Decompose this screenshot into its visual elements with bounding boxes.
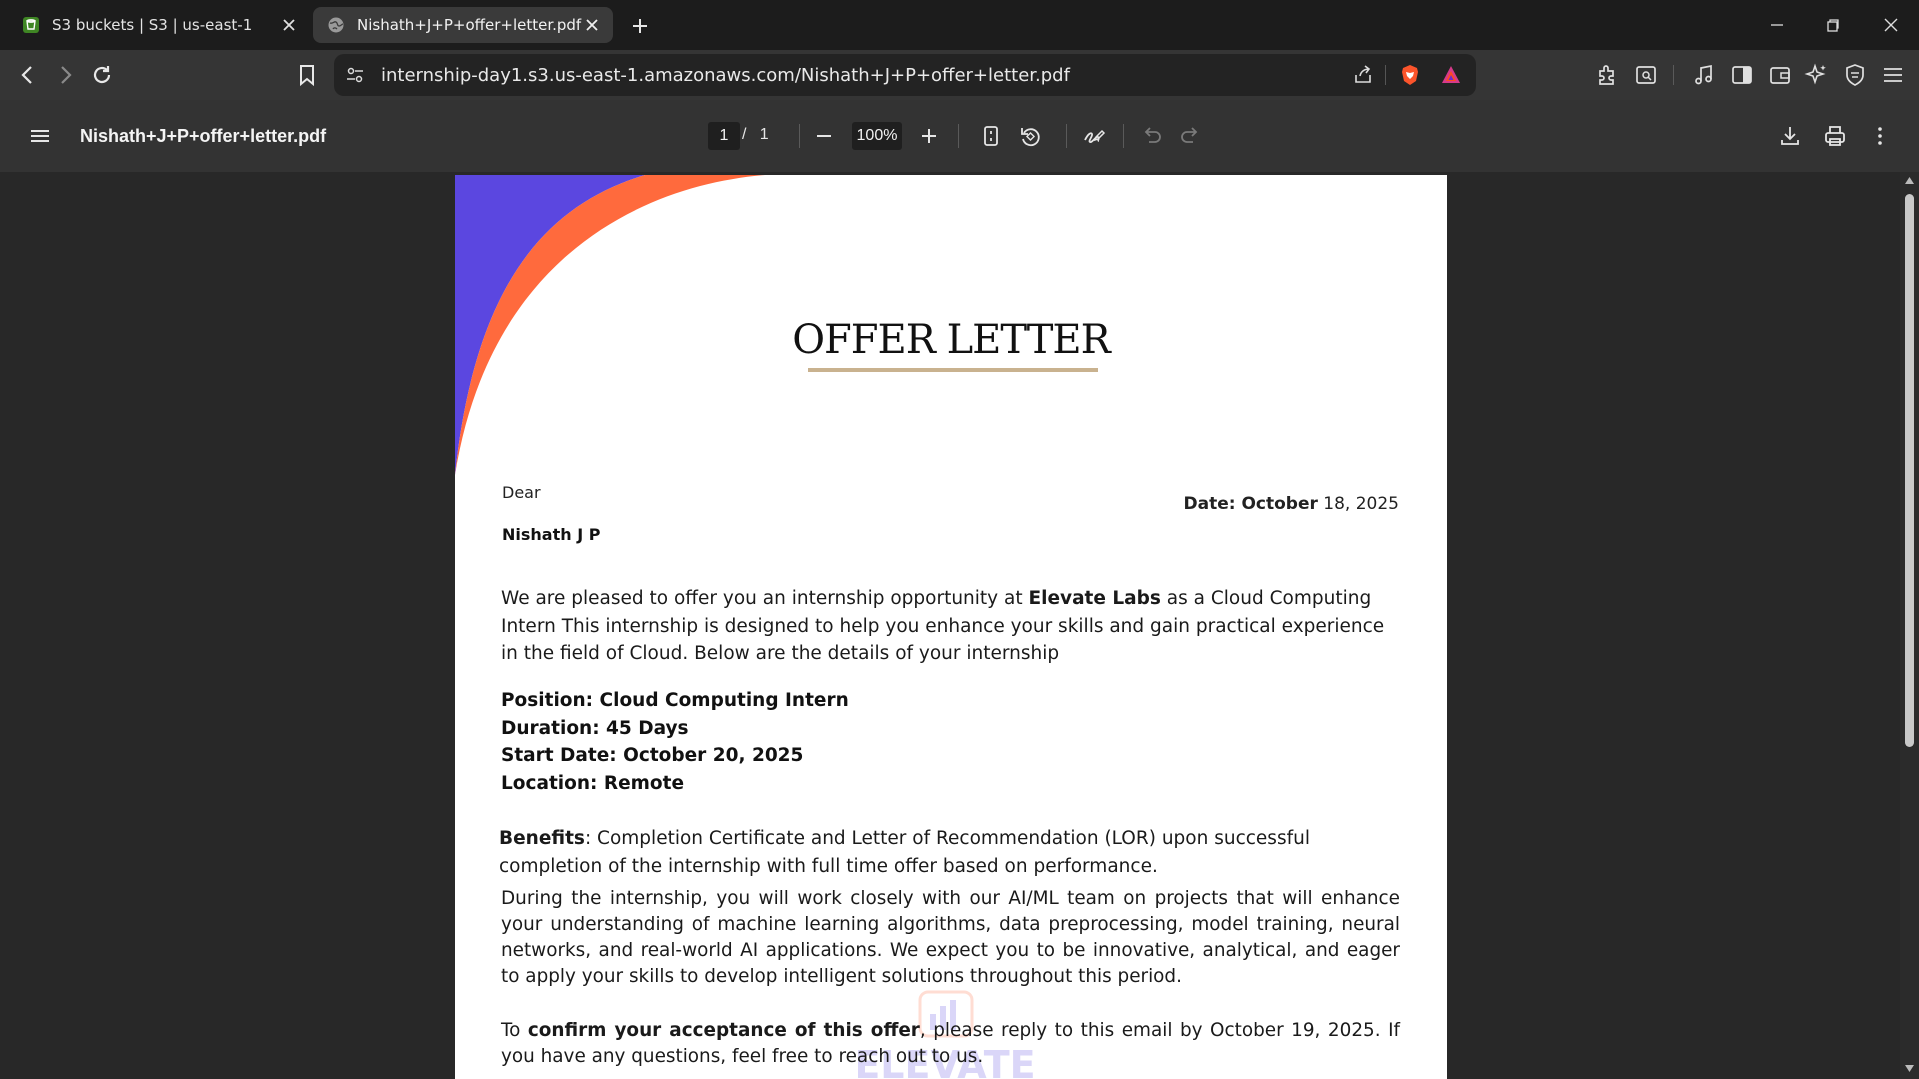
confirm-bold-text: confirm your acceptance of this offer [527,1020,920,1041]
address-bar-divider [1385,65,1386,85]
restore-icon[interactable] [1820,12,1846,38]
recipient-name: Nishath J P [502,525,601,544]
toolbar-divider [958,124,959,148]
tab-s3-buckets[interactable]: S3 buckets | S3 | us-east-1 [8,7,310,43]
date-value: 18, 2025 [1317,494,1399,514]
minimize-icon[interactable] [1764,12,1790,38]
detail-position: Position: Cloud Computing Intern [501,690,849,711]
scrollbar-thumb[interactable] [1905,194,1914,747]
pdf-file-name: Nishath+J+P+offer+letter.pdf [80,126,327,146]
tab-strip: S3 buckets | S3 | us-east-1 Nishath+J+P+… [0,0,1919,50]
address-bar[interactable]: internship-day1.s3.us-east-1.amazonaws.c… [334,54,1476,96]
title-underline [808,368,1098,372]
detail-duration: Duration: 45 Days [501,717,689,739]
download-icon[interactable] [1776,122,1804,150]
scroll-up-arrow-icon[interactable] [1904,176,1915,185]
new-tab-plus-icon[interactable] [628,14,652,38]
close-tab-icon[interactable] [583,16,601,34]
page-number-input[interactable]: 1 [708,122,740,150]
scroll-down-arrow-icon[interactable] [1904,1064,1915,1073]
share-icon[interactable] [1352,64,1374,86]
zoom-out-icon[interactable] [810,122,838,150]
reload-icon[interactable] [88,61,116,89]
window-close-icon[interactable] [1878,12,1904,38]
toolbar-divider [1123,124,1124,148]
extensions-puzzle-icon[interactable] [1594,61,1622,89]
wallet-icon[interactable] [1766,61,1794,89]
brave-rewards-icon[interactable] [1440,64,1462,86]
navigation-bar: internship-day1.s3.us-east-1.amazonaws.c… [0,50,1919,100]
forward-arrow-icon[interactable] [51,61,79,89]
redo-icon[interactable] [1177,122,1205,150]
tab-offer-letter[interactable]: Nishath+J+P+offer+letter.pdf [313,7,613,43]
url-text: internship-day1.s3.us-east-1.amazonaws.c… [381,65,1070,86]
toolbar-divider [1066,124,1067,148]
tab-title: Nishath+J+P+offer+letter.pdf [357,16,582,34]
page-separator: / [742,126,747,143]
brave-shields-icon[interactable] [1398,63,1422,87]
work-paragraph: During the internship, you will work clo… [501,888,1400,987]
leo-ai-sparkle-icon[interactable] [1803,61,1831,89]
more-options-icon[interactable] [1866,122,1894,150]
benefits-text: : Completion Certificate and Letter of R… [499,828,1310,877]
media-music-icon[interactable] [1690,61,1718,89]
intro-paragraph: We are pleased to offer you an internshi… [501,585,1401,668]
benefits-label: Benefits [499,828,585,849]
date-label: Date: October [1183,494,1318,514]
rotate-counterclockwise-icon[interactable] [1016,122,1044,150]
toolbar-divider [1673,65,1674,85]
detail-location: Location: Remote [501,772,685,794]
annotate-pen-icon[interactable] [1080,122,1108,150]
reader-search-icon[interactable] [1632,61,1660,89]
back-arrow-icon[interactable] [14,61,42,89]
confirm-paragraph: To confirm your acceptance of this offer… [501,1018,1400,1070]
internship-details: Position: Cloud Computing Intern Duratio… [501,687,849,797]
zoom-level-input[interactable]: 100% [852,122,902,150]
tab-title: S3 buckets | S3 | us-east-1 [52,16,253,34]
undo-icon[interactable] [1137,122,1165,150]
confirm-prefix: To [501,1020,528,1041]
sidebar-toggle-icon[interactable] [1728,61,1756,89]
close-tab-icon[interactable] [280,16,298,34]
pdf-page: OFFER LETTER Dear Date: October 18, 2025… [455,175,1447,1079]
globe-icon [328,17,344,33]
letter-date: Date: October 18, 2025 [1184,494,1399,514]
company-name: Elevate Labs [1028,588,1161,609]
benefits-paragraph: Benefits: Completion Certificate and Let… [499,825,1399,880]
detail-start-date: Start Date: October 20, 2025 [501,745,804,766]
zoom-in-icon[interactable] [915,122,943,150]
salutation: Dear [502,483,541,502]
site-settings-icon[interactable] [345,65,365,85]
fit-to-page-icon[interactable] [977,122,1005,150]
pdf-sidebar-menu-icon[interactable] [26,122,54,150]
intro-text: We are pleased to offer you an internshi… [501,588,1029,609]
pdf-toolbar: Nishath+J+P+offer+letter.pdf 1 / 1 100% [0,100,1919,172]
document-title: OFFER LETTER [792,317,1111,363]
vpn-shield-icon[interactable] [1841,61,1869,89]
aws-s3-icon [23,17,39,33]
total-pages: 1 [759,126,769,143]
main-menu-icon[interactable] [1879,61,1907,89]
print-icon[interactable] [1821,122,1849,150]
page-count: / 1 [742,126,769,144]
bookmark-icon[interactable] [293,61,321,89]
toolbar-divider [799,124,800,148]
